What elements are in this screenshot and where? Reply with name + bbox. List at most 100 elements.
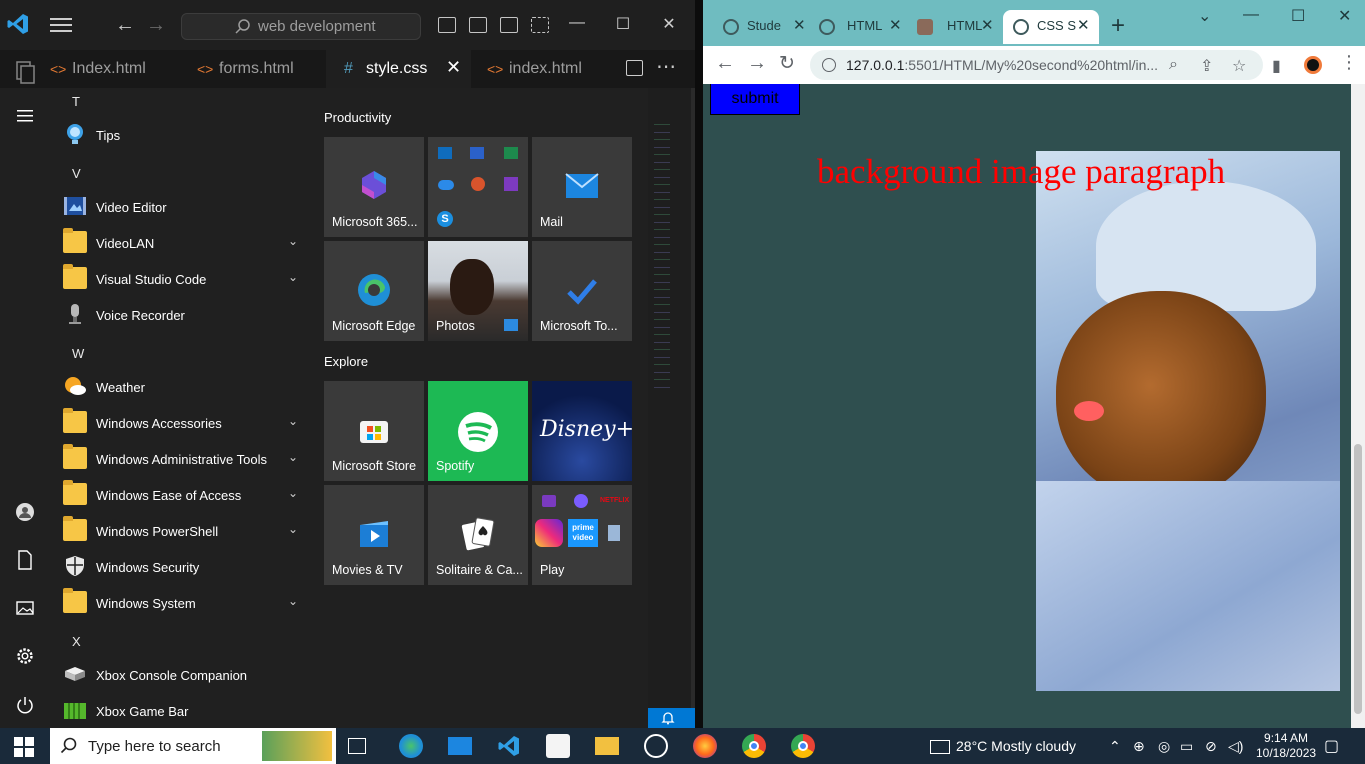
browser-tab-2[interactable]: HTML ✕ xyxy=(813,10,908,44)
app-windows-accessories[interactable]: Windows Accessories ⌄ xyxy=(62,406,306,440)
browser-tab-4-active[interactable]: CSS S ✕ xyxy=(1003,10,1099,44)
explorer-icon[interactable] xyxy=(12,60,38,86)
forward-arrow-icon[interactable]: → xyxy=(747,52,767,75)
submit-button[interactable]: submit xyxy=(710,84,800,115)
onenote-icon[interactable] xyxy=(504,177,518,191)
app-windows-powershell[interactable]: Windows PowerShell ⌄ xyxy=(62,514,306,548)
letter-header-x[interactable]: X xyxy=(72,634,81,649)
letter-header-t[interactable]: T xyxy=(72,94,80,109)
file-explorer-icon[interactable] xyxy=(595,737,619,755)
network-icon[interactable]: ⊘ xyxy=(1205,738,1217,755)
excel-icon[interactable] xyxy=(504,147,518,159)
chevron-down-icon[interactable]: ⌄ xyxy=(288,414,298,428)
clock[interactable]: 9:14 AM 10/18/2023 xyxy=(1256,731,1316,761)
chevron-down-icon[interactable]: ⌄ xyxy=(288,450,298,464)
volume-icon[interactable]: ◁) xyxy=(1228,738,1243,755)
site-info-icon[interactable] xyxy=(822,58,836,72)
forward-arrow-icon[interactable]: → xyxy=(144,14,168,37)
app-voice-recorder[interactable]: Voice Recorder xyxy=(62,298,306,332)
app-xbox-console-companion[interactable]: Xbox Console Companion xyxy=(62,658,306,692)
app-tips[interactable]: Tips xyxy=(62,118,306,152)
tile-movies-tv[interactable]: Movies & TV xyxy=(324,485,424,585)
app-videolan[interactable]: VideoLAN ⌄ xyxy=(62,226,306,260)
word-icon[interactable] xyxy=(470,147,484,159)
close-tab-icon[interactable]: ✕ xyxy=(793,10,806,42)
customize-layout-icon[interactable] xyxy=(531,17,549,33)
battery-icon[interactable]: ▭ xyxy=(1180,738,1193,755)
tile-microsoft-365[interactable]: Microsoft 365... xyxy=(324,137,424,237)
store-icon[interactable] xyxy=(546,734,570,758)
close-icon[interactable]: ✕ xyxy=(1338,6,1351,26)
tab-search-chevron-icon[interactable]: ⌄ xyxy=(1198,6,1211,26)
scrollbar-thumb[interactable] xyxy=(1354,444,1362,714)
tab-index-html[interactable]: <> Index.html xyxy=(50,50,180,88)
weather-widget[interactable]: 28°C Mostly cloudy xyxy=(930,738,1076,755)
edge-icon[interactable] xyxy=(399,734,423,758)
chrome-menu-icon[interactable]: ⋮ xyxy=(1340,52,1358,73)
show-hidden-icons-chevron-icon[interactable]: ⌃ xyxy=(1109,738,1121,755)
notifications-bell-icon[interactable] xyxy=(661,711,675,725)
notification-center-icon[interactable]: ▢ xyxy=(1324,736,1339,756)
vscode-logo-icon[interactable] xyxy=(6,12,30,36)
new-tab-icon[interactable]: + xyxy=(1111,12,1125,40)
tile-solitaire[interactable]: Solitaire & Ca... xyxy=(428,485,528,585)
back-arrow-icon[interactable]: ← xyxy=(113,14,137,37)
reload-icon[interactable]: ↻ xyxy=(779,52,795,75)
chevron-down-icon[interactable]: ⌄ xyxy=(288,486,298,500)
app-windows-system[interactable]: Windows System ⌄ xyxy=(62,586,306,620)
tile-disney-plus[interactable]: Disney+ xyxy=(532,381,632,481)
settings-icon[interactable] xyxy=(13,644,37,668)
browser-tab-1[interactable]: Stude ✕ xyxy=(713,10,808,44)
clipchamp-icon[interactable] xyxy=(542,495,556,507)
close-tab-icon[interactable]: ✕ xyxy=(981,10,994,42)
section-explore[interactable]: Explore xyxy=(324,354,368,369)
app-visual-studio-code[interactable]: Visual Studio Code ⌄ xyxy=(62,262,306,296)
outlook-icon[interactable] xyxy=(438,147,452,159)
instagram-icon[interactable] xyxy=(535,519,563,547)
letter-header-w[interactable]: W xyxy=(72,346,84,361)
app-video-editor[interactable]: Video Editor xyxy=(62,190,306,224)
chrome-icon[interactable] xyxy=(742,734,766,758)
tile-photos[interactable]: Photos xyxy=(428,241,528,341)
skype-icon[interactable]: S xyxy=(437,211,453,227)
tile-microsoft-edge[interactable]: Microsoft Edge xyxy=(324,241,424,341)
minimize-icon[interactable]: — xyxy=(567,14,587,32)
tab-forms-html[interactable]: <> forms.html xyxy=(197,50,327,88)
chevron-down-icon[interactable]: ⌄ xyxy=(288,234,298,248)
tile-microsoft-todo[interactable]: Microsoft To... xyxy=(532,241,632,341)
powerpoint-icon[interactable] xyxy=(471,177,485,191)
tile-spotify[interactable]: Spotify xyxy=(428,381,528,481)
address-bar[interactable]: 127.0.0.1:5501/HTML/My%20second%20html/i… xyxy=(810,50,1263,80)
prime-video-icon[interactable]: prime video xyxy=(568,519,598,547)
toggle-panel-icon[interactable] xyxy=(469,17,487,33)
vscode-icon[interactable] xyxy=(497,734,521,758)
hamburger-menu-icon[interactable] xyxy=(13,104,37,128)
side-panel-icon[interactable]: ▮ xyxy=(1272,56,1281,76)
app-windows-ease-of-access[interactable]: Windows Ease of Access ⌄ xyxy=(62,478,306,512)
profile-avatar[interactable] xyxy=(1304,56,1322,74)
close-tab-icon[interactable]: ✕ xyxy=(446,57,461,78)
toggle-sidebar-icon[interactable] xyxy=(438,17,456,33)
command-center-search[interactable]: web development xyxy=(181,13,421,40)
media-player-icon[interactable] xyxy=(644,734,668,758)
chevron-down-icon[interactable]: ⌄ xyxy=(288,270,298,284)
minimize-icon[interactable]: — xyxy=(1243,6,1259,24)
maximize-icon[interactable]: ☐ xyxy=(613,14,633,34)
browser-tab-3[interactable]: HTML ✕ xyxy=(913,10,1001,44)
bookmark-star-icon[interactable]: ☆ xyxy=(1232,56,1246,76)
letter-header-v[interactable]: V xyxy=(72,166,81,181)
user-account-icon[interactable] xyxy=(13,500,37,524)
maximize-icon[interactable]: ☐ xyxy=(1291,6,1305,26)
close-icon[interactable]: ✕ xyxy=(659,14,679,34)
app-xbox-game-bar[interactable]: Xbox Game Bar xyxy=(62,694,306,728)
calculator-icon[interactable] xyxy=(608,525,620,541)
netflix-icon[interactable]: NETFLIX xyxy=(600,493,632,509)
section-productivity[interactable]: Productivity xyxy=(324,110,391,125)
tab-index-html-2[interactable]: <> index.html xyxy=(487,50,617,88)
hamburger-menu-icon[interactable] xyxy=(50,18,72,32)
close-tab-icon[interactable]: ✕ xyxy=(1077,10,1090,42)
share-icon[interactable]: ⇪ xyxy=(1200,56,1213,76)
task-view-icon[interactable] xyxy=(348,738,366,754)
taskbar-search[interactable]: Type here to search xyxy=(50,728,336,764)
documents-icon[interactable] xyxy=(13,548,37,572)
